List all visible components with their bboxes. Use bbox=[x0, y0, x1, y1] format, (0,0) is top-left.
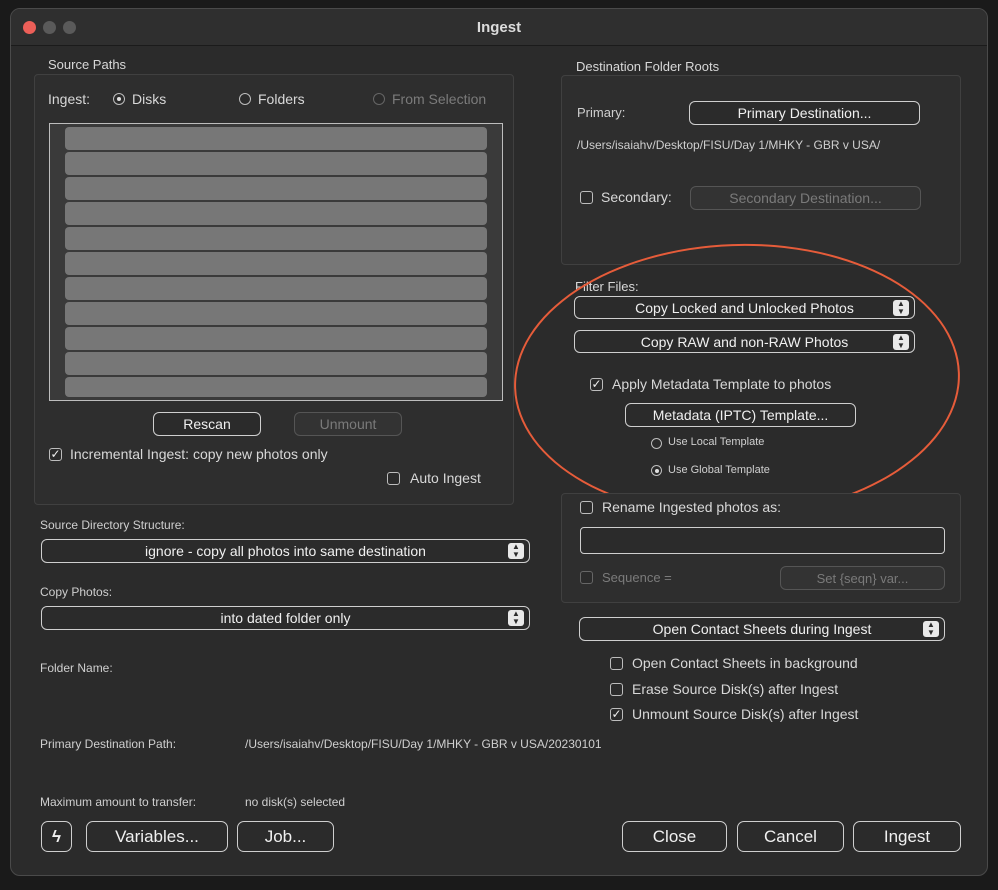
unmount-source-checkbox[interactable]: ✓ bbox=[610, 708, 623, 721]
from-selection-radio[interactable] bbox=[373, 93, 385, 105]
cancel-button[interactable]: Cancel bbox=[737, 821, 844, 852]
source-paths-label: Source Paths bbox=[48, 57, 127, 72]
updown-arrows-icon: ▲ ▼ bbox=[508, 543, 524, 559]
source-disk-list[interactable] bbox=[49, 123, 503, 401]
list-item[interactable] bbox=[65, 127, 487, 150]
updown-arrows-icon: ▲ ▼ bbox=[923, 621, 939, 637]
list-item[interactable] bbox=[65, 377, 487, 397]
rename-input[interactable] bbox=[580, 527, 945, 554]
rename-checkbox[interactable] bbox=[580, 501, 593, 514]
copy-photos-label: Copy Photos: bbox=[40, 585, 113, 599]
erase-source-label: Erase Source Disk(s) after Ingest bbox=[632, 681, 839, 697]
erase-source-checkbox[interactable] bbox=[610, 683, 623, 696]
source-directory-structure-value: ignore - copy all photos into same desti… bbox=[145, 543, 426, 559]
set-seqn-var-button[interactable]: Set {seqn} var... bbox=[780, 566, 945, 590]
rescan-button[interactable]: Rescan bbox=[153, 412, 261, 436]
close-button[interactable]: Close bbox=[622, 821, 727, 852]
incremental-ingest-label: Incremental Ingest: copy new photos only bbox=[70, 446, 328, 462]
primary-destination-path: /Users/isaiahv/Desktop/FISU/Day 1/MHKY -… bbox=[577, 138, 881, 152]
source-directory-structure-label: Source Directory Structure: bbox=[40, 518, 185, 532]
ingest-button[interactable]: Ingest bbox=[853, 821, 961, 852]
list-item[interactable] bbox=[65, 327, 487, 350]
job-button[interactable]: Job... bbox=[237, 821, 334, 852]
secondary-destination-button[interactable]: Secondary Destination... bbox=[690, 186, 921, 210]
variables-button[interactable]: Variables... bbox=[86, 821, 228, 852]
disks-radio-label: Disks bbox=[132, 91, 167, 107]
folders-radio-label: Folders bbox=[258, 91, 305, 107]
rename-label: Rename Ingested photos as: bbox=[602, 499, 782, 515]
list-item[interactable] bbox=[65, 252, 487, 275]
updown-arrows-icon: ▲ ▼ bbox=[508, 610, 524, 626]
sequence-label: Sequence = bbox=[602, 570, 672, 585]
copy-photos-select[interactable]: into dated folder only ▲ ▼ bbox=[41, 606, 530, 630]
max-transfer-value: no disk(s) selected bbox=[245, 795, 346, 809]
primary-destination-path-label: Primary Destination Path: bbox=[40, 737, 177, 751]
contact-sheets-select[interactable]: Open Contact Sheets during Ingest ▲ ▼ bbox=[579, 617, 945, 641]
contact-sheets-background-label: Open Contact Sheets in background bbox=[632, 655, 858, 671]
primary-label: Primary: bbox=[577, 105, 626, 120]
list-item[interactable] bbox=[65, 277, 487, 300]
ingest-window: Ingest Source Paths Ingest: Disks Folder… bbox=[10, 8, 988, 876]
primary-destination-button[interactable]: Primary Destination... bbox=[689, 101, 920, 125]
list-item[interactable] bbox=[65, 152, 487, 175]
secondary-checkbox[interactable] bbox=[580, 191, 593, 204]
list-item[interactable] bbox=[65, 352, 487, 375]
contact-sheets-background-checkbox[interactable] bbox=[610, 657, 623, 670]
list-item[interactable] bbox=[65, 302, 487, 325]
list-item[interactable] bbox=[65, 177, 487, 200]
auto-ingest-checkbox[interactable] bbox=[387, 472, 400, 485]
list-item[interactable] bbox=[65, 202, 487, 225]
title-bar: Ingest bbox=[11, 9, 987, 46]
copy-photos-value: into dated folder only bbox=[220, 610, 351, 626]
lightning-icon[interactable]: ϟ bbox=[41, 821, 72, 852]
disks-radio[interactable] bbox=[113, 93, 125, 105]
source-directory-structure-select[interactable]: ignore - copy all photos into same desti… bbox=[41, 539, 530, 563]
unmount-source-label: Unmount Source Disk(s) after Ingest bbox=[632, 706, 859, 722]
destination-folder-roots-label: Destination Folder Roots bbox=[576, 59, 720, 74]
incremental-ingest-checkbox[interactable]: ✓ bbox=[49, 448, 62, 461]
contact-sheets-value: Open Contact Sheets during Ingest bbox=[652, 621, 872, 637]
folders-radio[interactable] bbox=[239, 93, 251, 105]
list-item[interactable] bbox=[65, 227, 487, 250]
auto-ingest-label: Auto Ingest bbox=[410, 470, 481, 486]
sequence-checkbox[interactable] bbox=[580, 571, 593, 584]
folder-name-label: Folder Name: bbox=[40, 661, 113, 675]
from-selection-radio-label: From Selection bbox=[392, 91, 487, 107]
ingest-mode-label: Ingest: bbox=[48, 91, 91, 107]
max-transfer-label: Maximum amount to transfer: bbox=[40, 795, 197, 809]
secondary-label: Secondary: bbox=[601, 189, 672, 205]
primary-destination-path-value: /Users/isaiahv/Desktop/FISU/Day 1/MHKY -… bbox=[245, 737, 602, 751]
unmount-button[interactable]: Unmount bbox=[294, 412, 402, 436]
window-title: Ingest bbox=[476, 19, 522, 36]
